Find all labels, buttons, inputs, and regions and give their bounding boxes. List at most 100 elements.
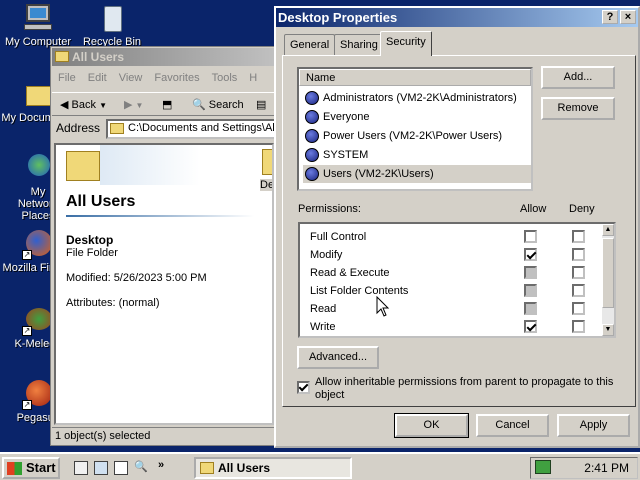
list-item-selected[interactable]: Users (VM2-2K\Users) [303, 165, 531, 183]
address-bar: Address C:\Documents and Settings\All Us… [52, 117, 276, 141]
user-group-icon [305, 91, 319, 105]
mouse-pointer-icon [376, 296, 390, 317]
show-desktop-icon[interactable] [74, 461, 88, 475]
menu-help[interactable]: H [243, 68, 263, 88]
shortcut-arrow-icon: ↗ [22, 400, 32, 410]
address-value: C:\Documents and Settings\All Users [128, 122, 276, 134]
user-group-icon [305, 110, 319, 124]
chevron-down-icon: ▼ [99, 101, 107, 110]
desktop-icon-my-computer[interactable]: My Computer [0, 2, 78, 48]
shortcut-arrow-icon: ↗ [22, 326, 32, 336]
notepad-launch-icon[interactable] [114, 461, 128, 475]
explorer-launch-icon[interactable] [94, 461, 108, 475]
search-button[interactable]: 🔍 Search [188, 96, 248, 114]
allow-checkbox[interactable] [524, 230, 537, 243]
file-item-label: De [260, 179, 274, 191]
close-button[interactable]: × [620, 10, 636, 24]
deny-checkbox[interactable] [572, 266, 585, 279]
allow-checkbox[interactable] [524, 248, 537, 261]
up-folder-button[interactable]: ⬒ [158, 96, 176, 114]
back-arrow-icon: ◀ [60, 99, 69, 111]
selected-item-type: File Folder [66, 247, 118, 259]
cancel-button[interactable]: Cancel [476, 414, 549, 437]
selected-item-attributes: Attributes: (normal) [66, 297, 160, 309]
inherit-label[interactable]: Allow inheritable permissions from paren… [315, 376, 615, 402]
desktop-icon-recycle-bin[interactable]: Recycle Bin [72, 2, 152, 48]
permissions-scrollbar[interactable]: ▲ ▼ [602, 224, 614, 336]
permission-row: Read [310, 300, 606, 318]
folder-heading: All Users [66, 193, 136, 210]
network-tray-icon[interactable] [535, 460, 551, 474]
taskbar-button-all-users[interactable]: All Users [194, 457, 352, 479]
advanced-button[interactable]: Advanced... [297, 346, 379, 369]
explorer-content[interactable]: All Users Desktop File Folder Modified: … [54, 143, 274, 425]
explorer-menu-bar: File Edit View Favorites Tools H [52, 68, 274, 90]
apply-button[interactable]: Apply [557, 414, 630, 437]
clock[interactable]: 2:41 PM [584, 461, 629, 475]
list-item[interactable]: SYSTEM [303, 146, 531, 164]
deny-column-label: Deny [569, 203, 595, 215]
list-item[interactable]: Everyone [303, 108, 531, 126]
taskbar: Start 🔍 » All Users 2:41 PM [0, 452, 640, 480]
deny-checkbox[interactable] [572, 248, 585, 261]
heading-divider [66, 215, 254, 217]
check-icon [298, 382, 311, 395]
list-item[interactable]: Administrators (VM2-2K\Administrators) [303, 89, 531, 107]
scroll-down-icon[interactable]: ▼ [602, 324, 614, 336]
chevron-down-icon: ▼ [135, 101, 144, 110]
deny-checkbox[interactable] [572, 320, 585, 333]
remove-button[interactable]: Remove [541, 97, 615, 120]
computer-icon [22, 2, 54, 34]
search-launch-icon[interactable]: 🔍 [134, 460, 148, 474]
user-group-icon [305, 167, 319, 181]
scroll-up-icon[interactable]: ▲ [602, 224, 614, 236]
allow-checkbox[interactable] [524, 320, 537, 333]
allow-checkbox[interactable] [524, 266, 537, 279]
dialog-title: Desktop Properties [278, 10, 398, 25]
folder-icon [110, 123, 124, 134]
menu-favorites[interactable]: Favorites [148, 68, 205, 88]
allow-checkbox[interactable] [524, 302, 537, 315]
explorer-toolbar: ◀ Back ▼ ▶ ▼ ⬒ 🔍 Search ▤ [52, 92, 274, 116]
folders-button[interactable]: ▤ [252, 96, 270, 114]
tab-sharing[interactable]: Sharing [334, 34, 384, 55]
banner-decoration [100, 145, 200, 185]
start-button[interactable]: Start [2, 457, 60, 479]
explorer-title-bar[interactable]: All Users [52, 48, 274, 66]
menu-view[interactable]: View [113, 68, 149, 88]
back-button[interactable]: ◀ Back ▼ [56, 96, 111, 114]
list-item[interactable]: Power Users (VM2-2K\Power Users) [303, 127, 531, 145]
folder-banner-icon [66, 151, 100, 181]
users-listbox[interactable]: Name Administrators (VM2-2K\Administrato… [297, 67, 533, 191]
name-column-header[interactable]: Name [299, 69, 531, 86]
ok-button[interactable]: OK [394, 413, 469, 438]
menu-tools[interactable]: Tools [206, 68, 244, 88]
folder-icon [200, 462, 214, 474]
permission-row: Full Control [310, 228, 606, 246]
chevron-right-icon[interactable]: » [158, 459, 164, 471]
menu-edit[interactable]: Edit [82, 68, 113, 88]
forward-button[interactable]: ▶ ▼ [120, 96, 147, 114]
up-folder-icon: ⬒ [162, 99, 173, 111]
permission-row: Read & Execute [310, 264, 606, 282]
deny-checkbox[interactable] [572, 230, 585, 243]
dialog-title-bar[interactable]: Desktop Properties ? × [276, 8, 638, 27]
tab-general[interactable]: General [284, 34, 336, 55]
menu-file[interactable]: File [52, 68, 82, 88]
search-icon: 🔍 [192, 99, 206, 111]
selected-item-name: Desktop [66, 233, 114, 247]
allow-checkbox[interactable] [524, 284, 537, 297]
file-item-desktop[interactable]: De [260, 147, 274, 191]
address-input[interactable]: C:\Documents and Settings\All Users [106, 119, 276, 139]
folder-icon [262, 149, 272, 175]
selected-item-modified: Modified: 5/26/2023 5:00 PM [66, 272, 207, 284]
add-button[interactable]: Add... [541, 66, 615, 89]
permissions-list[interactable]: Full Control Modify Read & Execute List … [298, 222, 616, 338]
tab-security[interactable]: Security [380, 31, 432, 56]
inherit-checkbox[interactable] [297, 381, 310, 394]
help-button[interactable]: ? [602, 10, 618, 24]
scroll-thumb[interactable] [602, 238, 614, 308]
deny-checkbox[interactable] [572, 284, 585, 297]
deny-checkbox[interactable] [572, 302, 585, 315]
permission-row: Modify [310, 246, 606, 264]
